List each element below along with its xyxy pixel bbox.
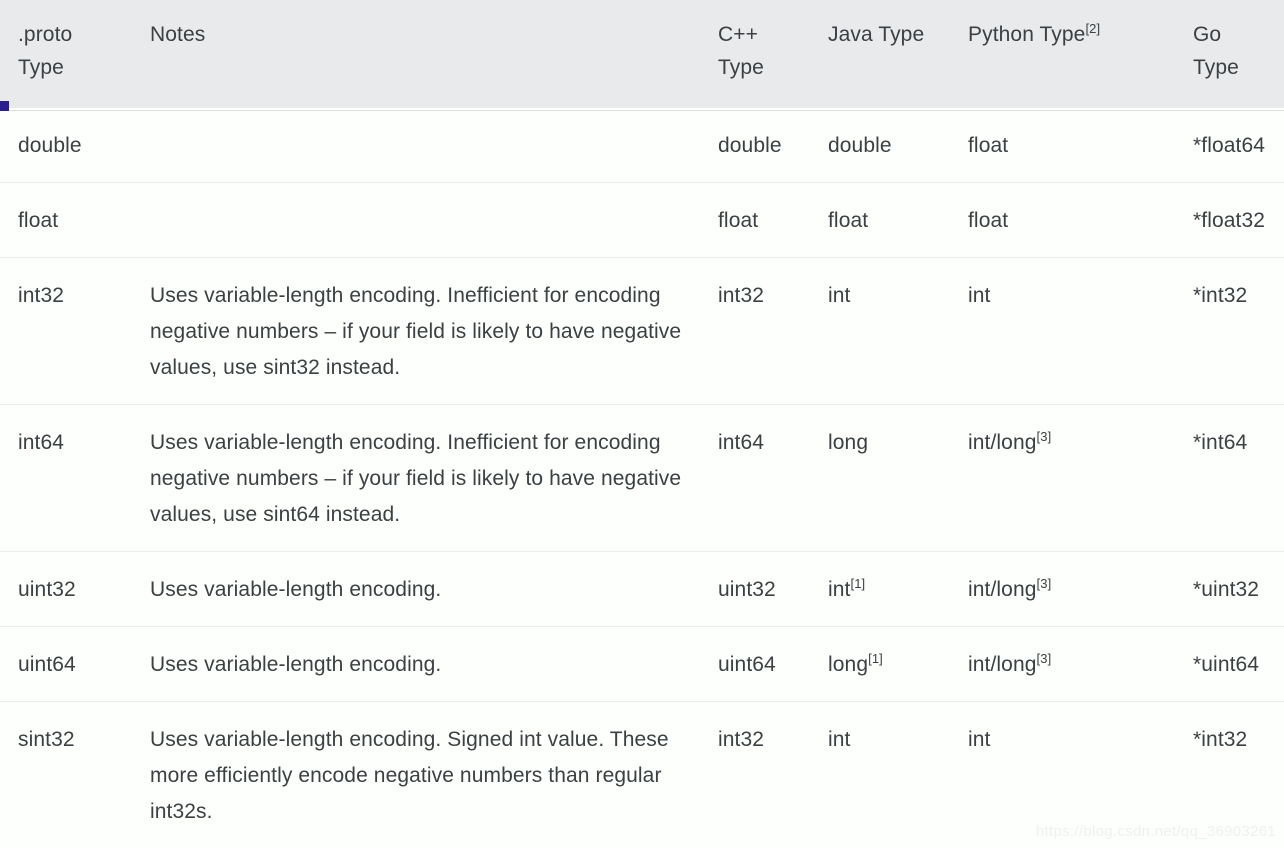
cell-java-type: int bbox=[818, 701, 958, 848]
scalar-types-table-container: .proto Type Notes C++ Type Java Type Pyt… bbox=[0, 0, 1284, 848]
cell-java-type: float bbox=[818, 182, 958, 258]
cell-python-type-footnote[interactable]: [3] bbox=[1037, 576, 1052, 591]
left-edge-accent-marker bbox=[0, 101, 9, 111]
cell-go-type: *uint32 bbox=[1183, 551, 1284, 627]
watermark: https://blog.csdn.net/qq_36903261 bbox=[1035, 823, 1276, 840]
column-header-go-type-line1: Go bbox=[1193, 23, 1222, 46]
cell-go-type: *uint64 bbox=[1183, 626, 1284, 702]
cell-cpp-type: uint32 bbox=[700, 551, 818, 627]
cell-cpp-type: int32 bbox=[700, 701, 818, 848]
cell-proto-type: uint32 bbox=[0, 551, 132, 627]
cell-python-type: int/long[3] bbox=[958, 551, 1183, 627]
cell-python-type-footnote[interactable]: [3] bbox=[1037, 429, 1052, 444]
cell-cpp-type: double bbox=[718, 134, 782, 157]
cell-java-type-value: long bbox=[828, 653, 869, 676]
table-row: int32 Uses variable-length encoding. Ine… bbox=[0, 257, 1284, 405]
cell-go-type: *int32 bbox=[1183, 257, 1284, 405]
table-row: double double double float *float64 bbox=[0, 108, 1284, 183]
cell-python-type: float bbox=[958, 182, 1183, 258]
column-header-cpp-type-line2: Type bbox=[718, 56, 764, 79]
cell-go-type: *float64 bbox=[1193, 134, 1266, 157]
column-header-proto-type-line2: Type bbox=[18, 56, 64, 79]
cell-java-type-value: int bbox=[828, 728, 851, 751]
cell-python-type-value: float bbox=[968, 134, 1009, 157]
cell-python-type-value: int/long bbox=[968, 578, 1037, 601]
cell-proto-type: int64 bbox=[0, 404, 132, 552]
cell-go-type: *int64 bbox=[1183, 404, 1284, 552]
cell-notes: Uses variable-length encoding. Inefficie… bbox=[132, 257, 700, 405]
column-header-java-type[interactable]: Java Type bbox=[818, 0, 958, 108]
cell-python-type: int/long[3] bbox=[958, 404, 1183, 552]
header-bottom-divider bbox=[0, 110, 1284, 111]
cell-notes bbox=[132, 108, 700, 183]
cell-cpp-type: float bbox=[700, 182, 818, 258]
cell-proto-type: int32 bbox=[0, 257, 132, 405]
cell-java-type-value: double bbox=[828, 134, 892, 157]
table-header: .proto Type Notes C++ Type Java Type Pyt… bbox=[0, 0, 1284, 108]
cell-proto-type: double bbox=[18, 134, 82, 157]
cell-python-type-value: int/long bbox=[968, 431, 1037, 454]
cell-cpp-type: int32 bbox=[700, 257, 818, 405]
cell-go-type: *float32 bbox=[1183, 182, 1284, 258]
cell-java-type: int[1] bbox=[818, 551, 958, 627]
cell-proto-type: float bbox=[0, 182, 132, 258]
cell-java-type: int bbox=[818, 257, 958, 405]
cell-python-type: int bbox=[958, 257, 1183, 405]
cell-java-type-value: long bbox=[828, 431, 869, 454]
cell-notes: Uses variable-length encoding. bbox=[132, 551, 700, 627]
cell-proto-type: uint64 bbox=[0, 626, 132, 702]
cell-python-type-footnote[interactable]: [3] bbox=[1037, 651, 1052, 666]
cell-notes: Uses variable-length encoding. Inefficie… bbox=[132, 404, 700, 552]
cell-java-type-footnote[interactable]: [1] bbox=[850, 576, 865, 591]
cell-notes: Uses variable-length encoding. bbox=[132, 626, 700, 702]
cell-java-type-value: int bbox=[828, 284, 851, 307]
column-header-java-type-line1: Java Type bbox=[828, 23, 925, 46]
scalar-value-types-table: .proto Type Notes C++ Type Java Type Pyt… bbox=[0, 0, 1284, 848]
cell-python-type-value: int bbox=[968, 728, 991, 751]
column-header-notes-line1: Notes bbox=[150, 23, 206, 46]
table-header-row: .proto Type Notes C++ Type Java Type Pyt… bbox=[0, 0, 1284, 108]
cell-java-type-footnote[interactable]: [1] bbox=[868, 651, 883, 666]
table-row: uint32 Uses variable-length encoding. ui… bbox=[0, 551, 1284, 627]
column-header-python-type-label: Python Type bbox=[968, 23, 1086, 46]
cell-cpp-type: int64 bbox=[700, 404, 818, 552]
cell-java-type-value: int bbox=[828, 578, 851, 601]
cell-notes: Uses variable-length encoding. Signed in… bbox=[132, 701, 700, 848]
table-row: uint64 Uses variable-length encoding. ui… bbox=[0, 626, 1284, 702]
cell-cpp-type: uint64 bbox=[700, 626, 818, 702]
table-row: float float float float *float32 bbox=[0, 182, 1284, 258]
column-header-python-type[interactable]: Python Type[2] bbox=[958, 0, 1183, 108]
cell-notes bbox=[132, 182, 700, 258]
column-header-go-type[interactable]: Go Type bbox=[1183, 0, 1284, 108]
table-row: int64 Uses variable-length encoding. Ine… bbox=[0, 404, 1284, 552]
cell-java-type-value: float bbox=[828, 209, 869, 232]
cell-proto-type: sint32 bbox=[0, 701, 132, 848]
column-header-notes[interactable]: Notes bbox=[132, 0, 700, 108]
column-header-proto-type[interactable]: .proto Type bbox=[0, 0, 132, 108]
column-header-cpp-type-line1: C++ bbox=[718, 23, 758, 46]
cell-python-type: float bbox=[958, 108, 1183, 183]
column-header-python-type-footnote[interactable]: [2] bbox=[1085, 21, 1100, 36]
cell-python-type-value: float bbox=[968, 209, 1009, 232]
cell-java-type: double bbox=[818, 108, 958, 183]
column-header-cpp-type[interactable]: C++ Type bbox=[700, 0, 818, 108]
cell-java-type: long[1] bbox=[818, 626, 958, 702]
table-body: double double double float *float64 floa… bbox=[0, 108, 1284, 848]
cell-python-type: int/long[3] bbox=[958, 626, 1183, 702]
cell-python-type-value: int bbox=[968, 284, 991, 307]
column-header-go-type-line2: Type bbox=[1193, 56, 1239, 79]
cell-java-type: long bbox=[818, 404, 958, 552]
column-header-proto-type-line1: .proto bbox=[18, 23, 73, 46]
cell-python-type-value: int/long bbox=[968, 653, 1037, 676]
